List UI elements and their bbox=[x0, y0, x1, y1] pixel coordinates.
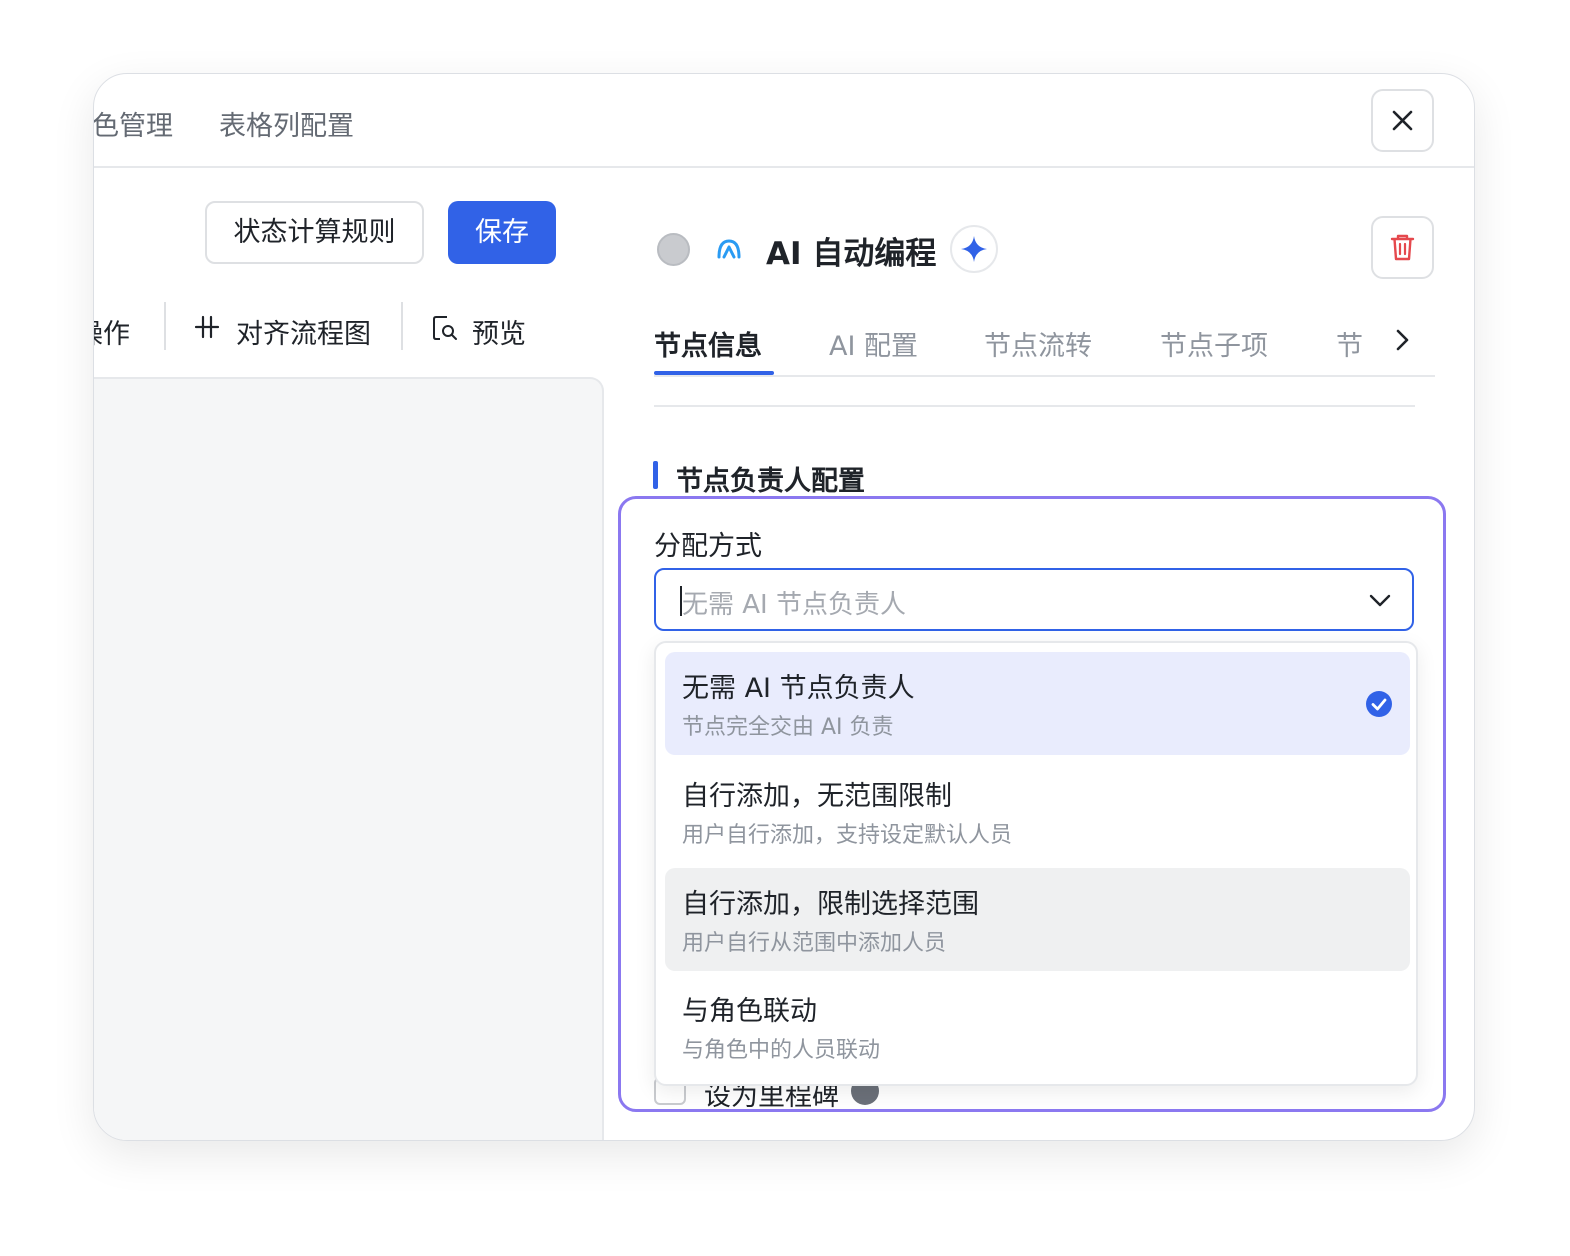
preview-icon bbox=[433, 316, 457, 340]
section-accent-bar bbox=[653, 461, 658, 489]
chevron-right-icon[interactable] bbox=[1390, 326, 1414, 354]
trash-icon bbox=[1390, 234, 1415, 261]
ai-assist-button[interactable] bbox=[950, 225, 998, 273]
highlight-frame bbox=[618, 496, 1446, 1112]
tab-table-column-config[interactable]: 表格列配置 bbox=[219, 104, 354, 143]
close-button[interactable] bbox=[1371, 89, 1434, 152]
delete-node-button[interactable] bbox=[1371, 216, 1434, 279]
tab-node-more[interactable]: 节 bbox=[1336, 324, 1363, 363]
node-title: AI 自动编程 bbox=[766, 236, 937, 272]
close-icon bbox=[1392, 110, 1413, 131]
status-rules-button[interactable]: 状态计算规则 bbox=[205, 201, 424, 264]
tab-node-subitems[interactable]: 节点子项 bbox=[1160, 324, 1268, 363]
align-icon bbox=[194, 315, 220, 339]
toolbar-divider bbox=[401, 302, 403, 350]
section-divider bbox=[654, 405, 1415, 407]
flow-canvas[interactable] bbox=[94, 377, 604, 1140]
tab-role-management[interactable]: 色管理 bbox=[94, 104, 173, 143]
top-tab-bar: 色管理 表格列配置 bbox=[94, 74, 1474, 168]
tab-node-flow[interactable]: 节点流转 bbox=[984, 324, 1092, 363]
toolbar-operation[interactable]: 操作 bbox=[94, 312, 130, 351]
tab-node-info[interactable]: 节点信息 bbox=[654, 324, 762, 363]
active-tab-indicator bbox=[654, 371, 774, 375]
toolbar-align-flowchart[interactable]: 对齐流程图 bbox=[236, 312, 371, 351]
tabs-baseline bbox=[654, 375, 1435, 377]
config-window: 色管理 表格列配置 状态计算规则 保存 操作 对齐流程图 预览 AI 自动编程 bbox=[93, 73, 1475, 1141]
toolbar-preview[interactable]: 预览 bbox=[472, 312, 526, 351]
node-status-dot[interactable] bbox=[657, 233, 690, 266]
sparkle-icon bbox=[961, 236, 987, 262]
section-title: 节点负责人配置 bbox=[676, 466, 865, 497]
save-button[interactable]: 保存 bbox=[448, 201, 556, 264]
toolbar-divider bbox=[164, 302, 166, 350]
tab-ai-config[interactable]: AI 配置 bbox=[829, 324, 918, 363]
ai-agent-icon bbox=[717, 239, 741, 259]
